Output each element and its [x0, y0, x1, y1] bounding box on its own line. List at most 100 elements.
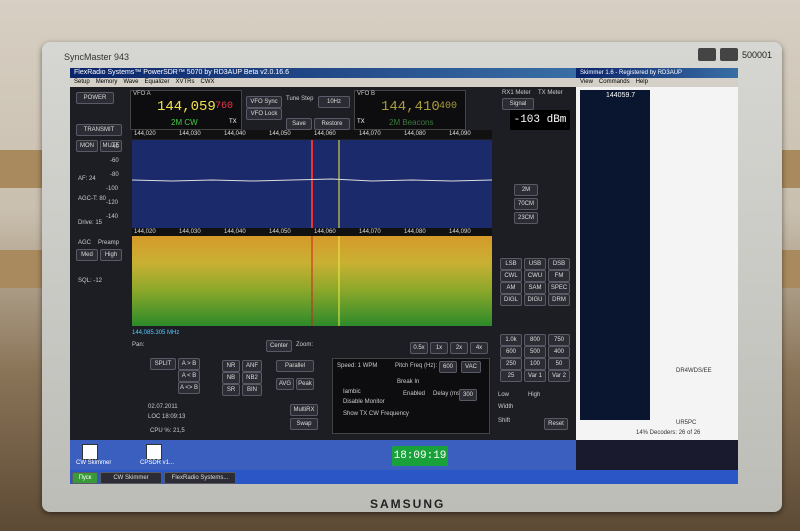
filter-button[interactable]: 25 [500, 370, 522, 382]
power-button[interactable]: POWER [76, 92, 114, 104]
filter-button[interactable]: 750 [548, 334, 570, 346]
restore-button[interactable]: Restore [314, 118, 350, 130]
nb-button[interactable]: NB [222, 372, 240, 384]
filter-button[interactable]: 1.0k [500, 334, 522, 346]
save-button[interactable]: Save [286, 118, 312, 130]
menu-setup[interactable]: Setup [74, 78, 90, 87]
mode-button-sam[interactable]: SAM [524, 282, 546, 294]
center-button[interactable]: Center [266, 340, 292, 352]
menu-help[interactable]: Help [636, 78, 648, 87]
iambic-checkbox[interactable]: Iambic [343, 389, 361, 395]
display-mode-select[interactable]: Parallel [276, 360, 314, 372]
task-button[interactable]: FlexRadio Systems... [164, 472, 236, 484]
signal-mode-select[interactable]: Signal [502, 98, 534, 110]
menu-view[interactable]: View [580, 78, 593, 87]
show-tx-cw-checkbox[interactable]: Show TX CW Frequency [343, 411, 409, 417]
cw-panel: Speed: 1 WPM Pitch Freq (Hz): 600 VAC Ia… [332, 358, 490, 434]
preamp-select[interactable]: High [100, 249, 122, 261]
anf-button[interactable]: ANF [242, 360, 262, 372]
filter-button[interactable]: 500 [524, 346, 546, 358]
vfo-b-tx[interactable]: TX [357, 119, 365, 125]
bin-button[interactable]: BIN [242, 384, 262, 396]
vfo-lock-button[interactable]: VFO Lock [246, 108, 282, 120]
reset-button[interactable]: Reset [544, 418, 568, 430]
multirx-button[interactable]: MultiRX [290, 404, 318, 416]
b-to-a-button[interactable]: A < B [178, 370, 200, 382]
avg-button[interactable]: AVG [276, 378, 294, 390]
nb2-button[interactable]: NB2 [242, 372, 262, 384]
filter-button[interactable]: 50 [548, 358, 570, 370]
skimmer-spot: DR4WDS/EE [676, 368, 712, 374]
mon-button[interactable]: MON [76, 140, 98, 152]
a-to-b-button[interactable]: A > B [178, 358, 200, 370]
cpsdr-desktop-icon[interactable] [146, 444, 162, 460]
disable-monitor-checkbox[interactable]: Disable Monitor [343, 399, 385, 405]
transmit-button[interactable]: TRANSMIT [76, 124, 122, 136]
delay-input[interactable]: 300 [459, 389, 477, 401]
filter-button[interactable]: 250 [500, 358, 522, 370]
monitor-logos: 500001 [697, 48, 772, 61]
zoom-2x[interactable]: 2x [450, 342, 468, 354]
skimmer-waterfall[interactable] [580, 90, 650, 420]
menu-memory[interactable]: Memory [96, 78, 118, 87]
menu-commands[interactable]: Commands [599, 78, 630, 87]
swap-ab-button[interactable]: A <> B [178, 382, 200, 394]
pitch-input[interactable]: 600 [439, 361, 457, 373]
mode-button-dsb[interactable]: DSB [548, 258, 570, 270]
mode-button-fm[interactable]: FM [548, 270, 570, 282]
mode-button-cwl[interactable]: CWL [500, 270, 522, 282]
mode-button-drm[interactable]: DRM [548, 294, 570, 306]
scale-tick: 144,070 [359, 229, 381, 235]
vfo-b-panel: VFO B 144,410 400 2M Beacons TX [354, 90, 466, 130]
mode-button-lsb[interactable]: LSB [500, 258, 522, 270]
enabled-checkbox[interactable]: Enabled [403, 391, 425, 397]
menu-xvtrs[interactable]: XVTRs [176, 78, 195, 87]
monitor-serial: 500001 [741, 49, 772, 60]
menu-wave[interactable]: Wave [123, 78, 138, 87]
filter-button[interactable]: Var 1 [524, 370, 546, 382]
vfo-a-mode: 2M CW [171, 118, 198, 127]
sr-button[interactable]: SR [222, 384, 240, 396]
zoom-label: Zoom: [296, 342, 314, 348]
split-button[interactable]: SPLIT [150, 358, 176, 370]
desktop-icon-label: CPSDR v1... [140, 460, 175, 466]
swap-button[interactable]: Swap [290, 418, 318, 430]
skimmer-spot: UR5PC [676, 420, 697, 426]
task-button[interactable]: CW Skimmer [100, 472, 162, 484]
tune-step-select[interactable]: 10Hz [318, 96, 350, 108]
mode-button-digu[interactable]: DIGU [524, 294, 546, 306]
vfo-b-frequency[interactable]: 144,410 [381, 99, 440, 115]
nr-button[interactable]: NR [222, 360, 240, 372]
band-70cm[interactable]: 70CM [514, 198, 538, 210]
agc-select[interactable]: Med [76, 249, 98, 261]
filter-button[interactable]: 600 [500, 346, 522, 358]
filter-button[interactable]: 800 [524, 334, 546, 346]
start-button[interactable]: Пуск [72, 472, 98, 484]
vfo-sync-button[interactable]: VFO Sync [246, 96, 282, 108]
filter-button[interactable]: 100 [524, 358, 546, 370]
band-2m[interactable]: 2M [514, 184, 538, 196]
zoom-4x[interactable]: 4x [470, 342, 488, 354]
mode-button-am[interactable]: AM [500, 282, 522, 294]
peak-button[interactable]: Peak [296, 378, 314, 390]
filter-button[interactable]: 400 [548, 346, 570, 358]
cw-skimmer-desktop-icon[interactable] [82, 444, 98, 460]
filter-button[interactable]: Var 2 [548, 370, 570, 382]
sql-label: SQL: -12 [78, 278, 103, 284]
zoom-1x[interactable]: 1x [430, 342, 448, 354]
panadapter[interactable] [131, 140, 493, 230]
menu-cwx[interactable]: CWX [201, 78, 215, 87]
zoom-0-5x[interactable]: 0.5x [410, 342, 428, 354]
scale-tick: 144,050 [269, 229, 291, 235]
waterfall[interactable] [132, 236, 492, 326]
tune-step-label: Tune Step [286, 96, 314, 102]
vfo-a-tx[interactable]: TX [229, 119, 237, 125]
mode-button-cwu[interactable]: CWU [524, 270, 546, 282]
mode-button-usb[interactable]: USB [524, 258, 546, 270]
band-23cm[interactable]: 23CM [514, 212, 538, 224]
vac-button[interactable]: VAC [461, 361, 481, 373]
mode-button-spec[interactable]: SPEC [548, 282, 570, 294]
menu-equalizer[interactable]: Equalizer [144, 78, 169, 87]
vfo-a-frequency[interactable]: 144,059 [157, 99, 216, 115]
mode-button-digl[interactable]: DIGL [500, 294, 522, 306]
